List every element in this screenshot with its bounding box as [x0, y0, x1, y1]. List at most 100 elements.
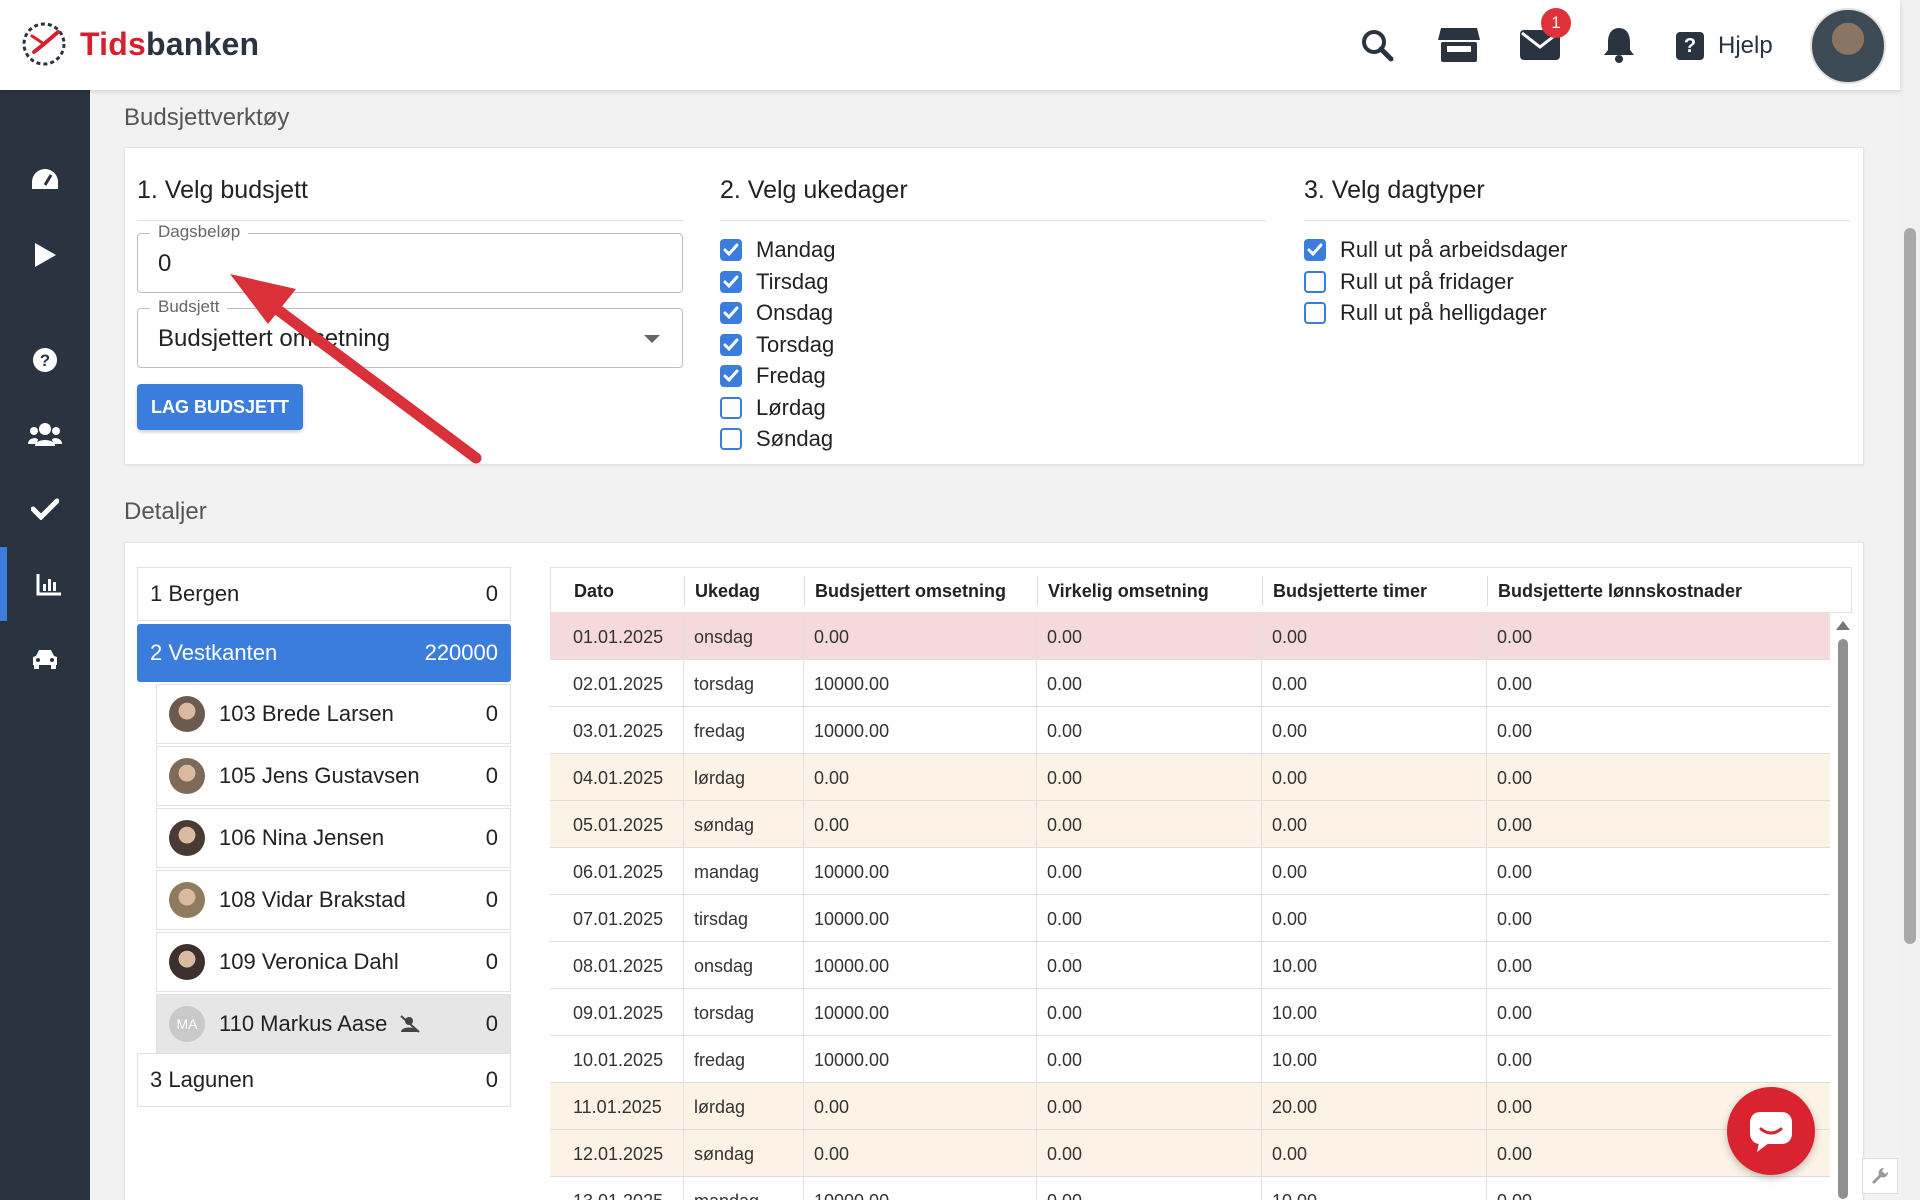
- step1-heading: 1. Velg budsjett: [137, 176, 308, 204]
- cell-separator: [1486, 848, 1487, 895]
- checkbox-icon[interactable]: [720, 333, 742, 356]
- checkbox-icon[interactable]: [720, 302, 742, 324]
- cell-separator: [1486, 707, 1487, 754]
- store-icon[interactable]: [1436, 22, 1482, 68]
- daytype-checkbox-1[interactable]: Rull ut på fridager: [1304, 269, 1514, 295]
- table-cell: fredag: [694, 721, 746, 741]
- table-cell: 20.00: [1272, 1097, 1318, 1117]
- cell-separator: [683, 895, 684, 942]
- table-cell: 07.01.2025: [573, 909, 664, 929]
- checkbox-icon[interactable]: [720, 270, 742, 293]
- cell-separator: [683, 848, 684, 895]
- sidebar-item-dashboard[interactable]: [0, 143, 90, 217]
- bell-icon[interactable]: [1596, 22, 1642, 68]
- scroll-up-icon[interactable]: [1836, 621, 1850, 630]
- employee-item[interactable]: 105 Jens Gustavsen 0: [156, 746, 511, 806]
- weekday-label: Lørdag: [756, 394, 826, 420]
- column-header[interactable]: Budsjettert omsetning: [815, 581, 1006, 602]
- cell-separator: [803, 1177, 804, 1200]
- weekday-checkbox-torsdag[interactable]: Torsdag: [720, 332, 834, 358]
- cell-separator: [803, 707, 804, 754]
- table-cell: 0.00: [1047, 862, 1083, 882]
- budget-select[interactable]: Budsjett Budsjettert omsetning: [137, 297, 683, 368]
- table-scrollbar-thumb[interactable]: [1838, 639, 1848, 1199]
- sidebar-item-help[interactable]: ?: [0, 323, 90, 397]
- employee-item[interactable]: 103 Brede Larsen 0: [156, 684, 511, 744]
- table-scrollbar[interactable]: [1832, 613, 1852, 1200]
- weekday-checkbox-tirsdag[interactable]: Tirsdag: [720, 269, 829, 295]
- employee-item[interactable]: MA 110 Markus Aase 0: [156, 994, 511, 1054]
- employee-item[interactable]: 108 Vidar Brakstad 0: [156, 870, 511, 930]
- daily-amount-field[interactable]: Dagsbeløp 0: [137, 222, 683, 293]
- checkbox-icon[interactable]: [720, 428, 742, 450]
- department-item[interactable]: 2 Vestkanten 220000: [137, 624, 511, 682]
- employee-item[interactable]: 106 Nina Jensen 0: [156, 808, 511, 868]
- weekday-checkbox-fredag[interactable]: Fredag: [720, 363, 826, 389]
- user-avatar[interactable]: [1810, 8, 1886, 84]
- employee-item[interactable]: 109 Veronica Dahl 0: [156, 932, 511, 992]
- column-header[interactable]: Virkelig omsetning: [1048, 581, 1209, 602]
- column-header[interactable]: Ukedag: [695, 581, 760, 602]
- table-cell: 0.00: [1047, 909, 1083, 929]
- checkbox-icon[interactable]: [720, 365, 742, 387]
- table-row[interactable]: 13.01.2025 mandag 10000.00 0.00 10.00 0.00: [550, 1177, 1830, 1200]
- create-budget-button[interactable]: LAG BUDSJETT: [137, 384, 303, 430]
- table-row[interactable]: 06.01.2025 mandag 10000.00 0.00 0.00 0.00: [550, 848, 1830, 895]
- mail-icon[interactable]: 1: [1517, 8, 1571, 68]
- weekday-checkbox-mandag[interactable]: Mandag: [720, 237, 836, 263]
- weekday-checkbox-søndag[interactable]: Søndag: [720, 426, 833, 452]
- daytype-checkbox-0[interactable]: Rull ut på arbeidsdager: [1304, 237, 1567, 263]
- checkbox-icon[interactable]: [720, 396, 742, 419]
- cell-separator: [1486, 754, 1487, 801]
- table-row[interactable]: 10.01.2025 fredag 10000.00 0.00 10.00 0.00: [550, 1036, 1830, 1083]
- table-row[interactable]: 05.01.2025 søndag 0.00 0.00 0.00 0.00: [550, 801, 1830, 848]
- column-header[interactable]: Budsjetterte timer: [1273, 581, 1427, 602]
- sidebar-item-approve[interactable]: [0, 472, 90, 546]
- mail-badge: 1: [1541, 8, 1571, 38]
- top-bar: Tidsbanken 1 ? Hjelp: [0, 0, 1900, 90]
- department-item[interactable]: 1 Bergen 0: [137, 567, 511, 621]
- table-row[interactable]: 07.01.2025 tirsdag 10000.00 0.00 0.00 0.00: [550, 895, 1830, 942]
- daily-amount-value[interactable]: 0: [158, 250, 171, 278]
- column-header[interactable]: Dato: [574, 581, 614, 602]
- weekday-checkbox-onsdag[interactable]: Onsdag: [720, 300, 833, 326]
- table-row[interactable]: 01.01.2025 onsdag 0.00 0.00 0.00 0.00: [550, 613, 1830, 660]
- users-icon: [28, 423, 62, 446]
- sidebar-item-vehicles[interactable]: [0, 622, 90, 696]
- table-cell: 10000.00: [814, 674, 890, 694]
- weekday-checkbox-lørdag[interactable]: Lørdag: [720, 395, 826, 421]
- table-row[interactable]: 08.01.2025 onsdag 10000.00 0.00 10.00 0.00: [550, 942, 1830, 989]
- table-row[interactable]: 04.01.2025 lørdag 0.00 0.00 0.00 0.00: [550, 754, 1830, 801]
- column-header[interactable]: Budsjetterte lønnskostnader: [1498, 581, 1742, 602]
- daytype-checkbox-2[interactable]: Rull ut på helligdager: [1304, 300, 1547, 326]
- cell-separator: [1036, 707, 1037, 754]
- search-icon[interactable]: [1354, 22, 1400, 68]
- table-row[interactable]: 03.01.2025 fredag 10000.00 0.00 0.00 0.00: [550, 707, 1830, 754]
- chat-button[interactable]: [1727, 1087, 1815, 1175]
- table-row[interactable]: 02.01.2025 torsdag 10000.00 0.00 0.00 0.00: [550, 660, 1830, 707]
- table-row[interactable]: 11.01.2025 lørdag 0.00 0.00 20.00 0.00: [550, 1083, 1830, 1130]
- table-row[interactable]: 09.01.2025 torsdag 10000.00 0.00 10.00 0.00: [550, 989, 1830, 1036]
- app-logo[interactable]: Tidsbanken: [20, 20, 259, 68]
- table-cell: 01.01.2025: [573, 627, 664, 647]
- wrench-icon[interactable]: [1862, 1158, 1898, 1194]
- sidebar-item-play[interactable]: [0, 218, 90, 292]
- table-cell: 06.01.2025: [573, 862, 664, 882]
- checkbox-icon[interactable]: [720, 239, 742, 261]
- tree-item-value: 0: [485, 1067, 498, 1092]
- sidebar-item-reports[interactable]: [0, 547, 90, 621]
- department-item[interactable]: 3 Lagunen 0: [137, 1053, 511, 1107]
- checkbox-icon[interactable]: [1304, 302, 1326, 324]
- page-scrollbar-thumb[interactable]: [1904, 228, 1916, 944]
- checkbox-icon[interactable]: [1304, 270, 1326, 293]
- avatar: [169, 758, 205, 794]
- table-cell: 0.00: [814, 768, 850, 788]
- table-row[interactable]: 12.01.2025 søndag 0.00 0.00 0.00 0.00: [550, 1130, 1830, 1177]
- bar-chart-icon: [36, 574, 61, 596]
- checkbox-icon[interactable]: [1304, 239, 1326, 261]
- table-cell: 10.00: [1272, 956, 1318, 976]
- table-cell: 0.00: [1272, 627, 1308, 647]
- help-button[interactable]: ? Hjelp: [1676, 24, 1773, 68]
- sidebar-item-users[interactable]: [0, 397, 90, 471]
- cell-separator: [1486, 660, 1487, 707]
